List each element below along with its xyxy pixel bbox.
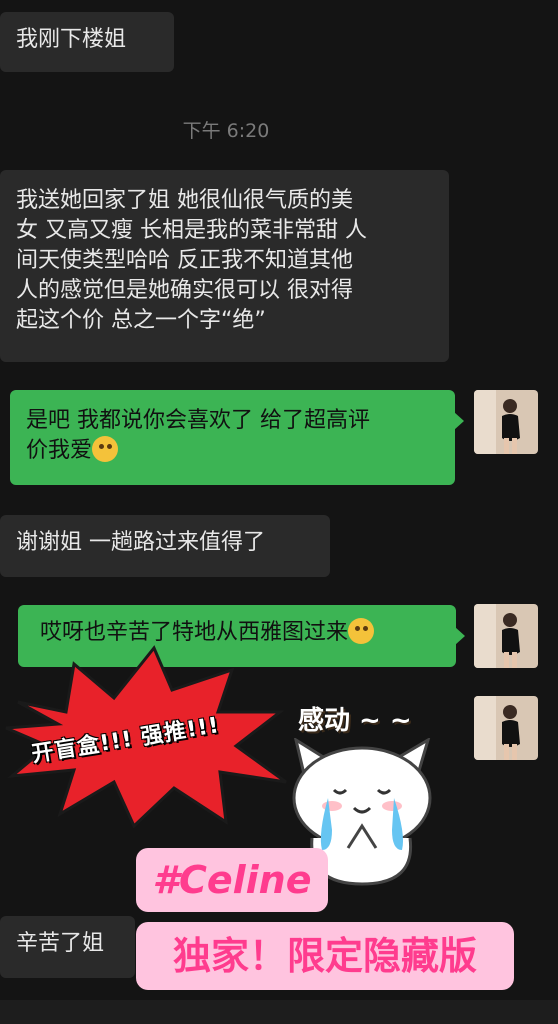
message-bubble-incoming: 谢谢姐 一趟路过来值得了 — [0, 515, 330, 577]
message-text-line: 我送她回家了姐 她很仙很气质的美 — [16, 188, 353, 213]
message-text-line: 起这个价 总之一个字“绝” — [16, 308, 266, 333]
user-avatar[interactable] — [474, 390, 538, 454]
input-bar[interactable] — [0, 1000, 558, 1024]
message-bubble-incoming: 我刚下楼姐 — [0, 12, 174, 72]
name-tag: #Celine — [136, 848, 328, 912]
message-text-line: 人的感觉但是她确实很可以 很对得 — [16, 278, 353, 303]
sticker-caption: 感动 ~ ~ — [298, 706, 412, 736]
message-text-line: 女 又高又瘦 长相是我的菜非常甜 人 — [16, 218, 367, 243]
message-text: 我刚下楼姐 — [16, 27, 127, 52]
message-bubble-outgoing: 是吧 我都说你会喜欢了 给了超高评 价我爱 — [10, 390, 464, 485]
message-timestamp: 下午 6:20 — [182, 120, 270, 142]
user-avatar[interactable] — [474, 696, 538, 760]
message-bubble-incoming: 我送她回家了姐 她很仙很气质的美 女 又高又瘦 长相是我的菜非常甜 人 间天使类… — [0, 170, 449, 362]
message-bubble-incoming: 辛苦了姐 — [0, 916, 135, 978]
crying-laughing-emoji-icon — [348, 618, 375, 644]
message-text-line: 价我爱 — [26, 438, 93, 463]
user-avatar[interactable] — [474, 604, 538, 668]
exclusive-tag: 独家！限定隐藏版 — [136, 922, 514, 990]
message-text: 辛苦了姐 — [16, 931, 105, 956]
message-text-line: 间天使类型哈哈 反正我不知道其他 — [16, 248, 353, 273]
thinking-face-emoji-icon — [92, 436, 119, 462]
message-text-line: 是吧 我都说你会喜欢了 给了超高评 — [26, 408, 370, 433]
message-text: 谢谢姐 一趟路过来值得了 — [16, 530, 265, 555]
